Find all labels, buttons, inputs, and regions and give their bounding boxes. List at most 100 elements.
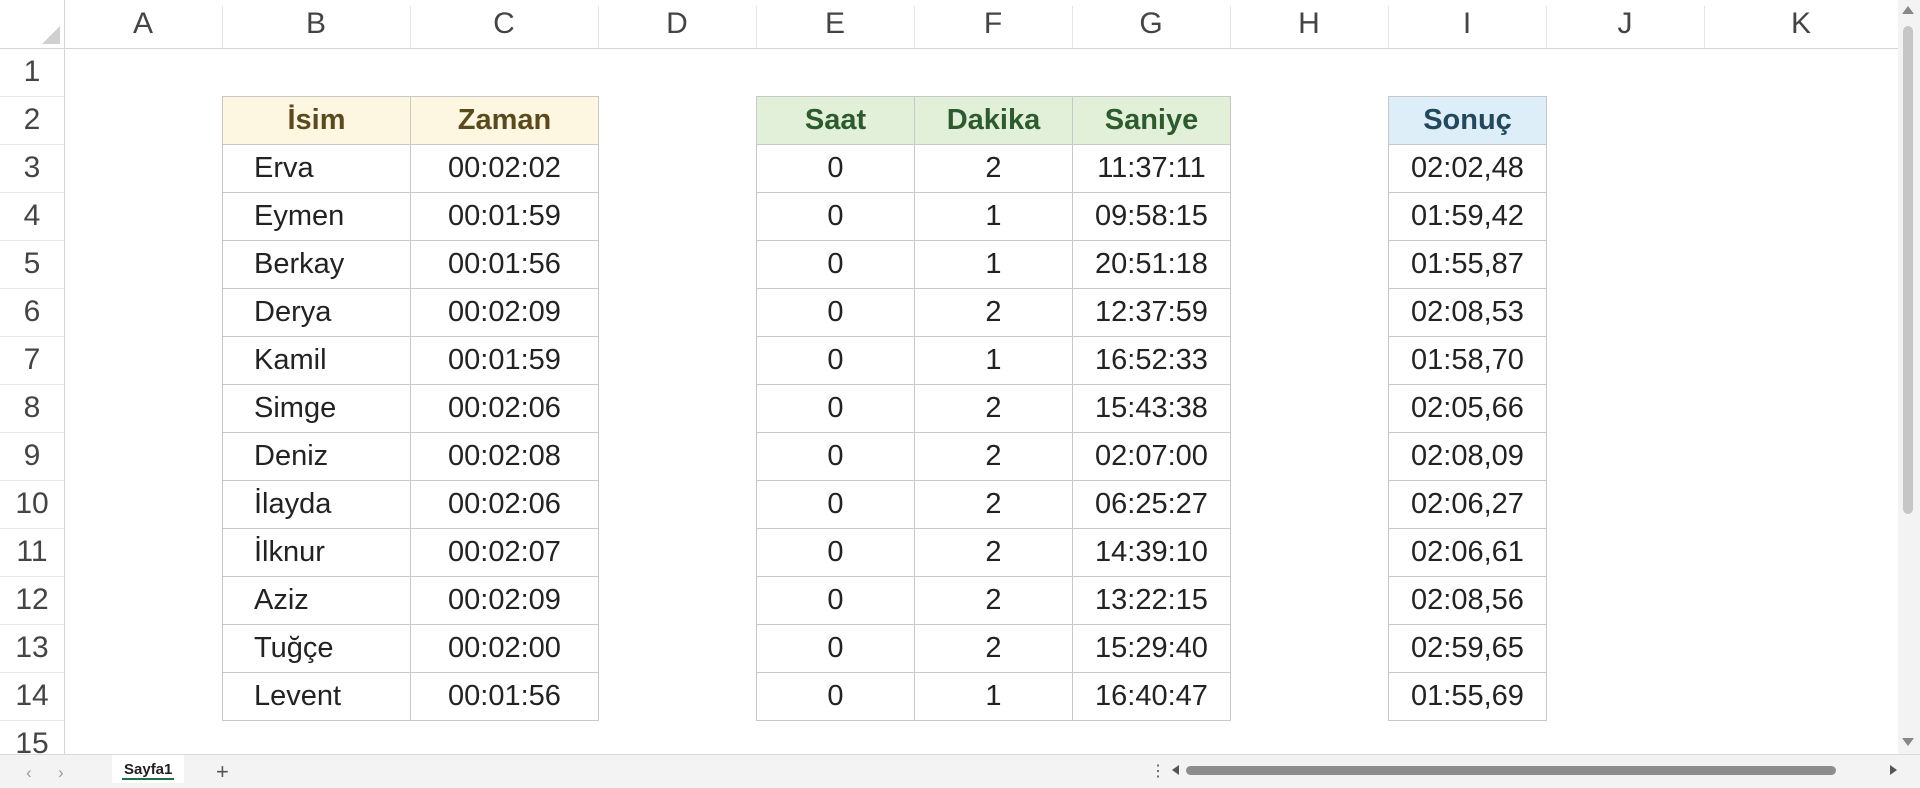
table2-data-cell[interactable]: 1 <box>914 240 1073 289</box>
table1-data-cell[interactable]: Simge <box>222 384 411 433</box>
row-header-6[interactable]: 6 <box>0 288 64 336</box>
row-header-5[interactable]: 5 <box>0 240 64 288</box>
select-all-corner[interactable] <box>0 0 65 49</box>
table2-data-cell[interactable]: 0 <box>756 192 915 241</box>
sheet-tab-sayfa1[interactable]: Sayfa1 <box>112 755 185 783</box>
table2-data-cell[interactable]: 2 <box>914 624 1073 673</box>
table2-data-cell[interactable]: 2 <box>914 576 1073 625</box>
table2-data-cell[interactable]: 16:52:33 <box>1072 336 1231 385</box>
table1-data-cell[interactable]: 00:01:59 <box>410 336 599 385</box>
table3-data-cell[interactable]: 01:55,69 <box>1388 672 1547 721</box>
vertical-scroll-thumb[interactable] <box>1903 26 1913 514</box>
table1-data-cell[interactable]: Deniz <box>222 432 411 481</box>
column-header-g[interactable]: G <box>1072 0 1230 48</box>
table3-data-cell[interactable]: 02:06,27 <box>1388 480 1547 529</box>
table1-data-cell[interactable]: 00:01:56 <box>410 240 599 289</box>
table2-data-cell[interactable]: 14:39:10 <box>1072 528 1231 577</box>
table3-data-cell[interactable]: 02:05,66 <box>1388 384 1547 433</box>
vertical-scrollbar[interactable] <box>1898 0 1920 754</box>
table1-data-cell[interactable]: İlayda <box>222 480 411 529</box>
table1-data-cell[interactable]: 00:02:02 <box>410 144 599 193</box>
table3-data-cell[interactable]: 02:08,56 <box>1388 576 1547 625</box>
table1-data-cell[interactable]: 00:02:09 <box>410 576 599 625</box>
column-header-f[interactable]: F <box>914 0 1072 48</box>
row-header-12[interactable]: 12 <box>0 576 64 624</box>
table2-header-cell[interactable]: Saniye <box>1072 96 1231 145</box>
row-header-2[interactable]: 2 <box>0 96 64 144</box>
table1-data-cell[interactable]: Tuğçe <box>222 624 411 673</box>
table3-data-cell[interactable]: 02:59,65 <box>1388 624 1547 673</box>
table3-data-cell[interactable]: 01:55,87 <box>1388 240 1547 289</box>
table1-data-cell[interactable]: 00:02:06 <box>410 384 599 433</box>
column-header-a[interactable]: A <box>64 0 222 48</box>
table2-data-cell[interactable]: 2 <box>914 528 1073 577</box>
row-header-14[interactable]: 14 <box>0 672 64 720</box>
table1-data-cell[interactable]: 00:02:07 <box>410 528 599 577</box>
table2-data-cell[interactable]: 2 <box>914 384 1073 433</box>
table2-data-cell[interactable]: 0 <box>756 672 915 721</box>
table1-data-cell[interactable]: 00:01:59 <box>410 192 599 241</box>
table1-data-cell[interactable]: İlknur <box>222 528 411 577</box>
horizontal-scrollbar[interactable] <box>1172 763 1902 777</box>
table2-data-cell[interactable]: 0 <box>756 288 915 337</box>
column-header-i[interactable]: I <box>1388 0 1546 48</box>
table2-data-cell[interactable]: 2 <box>914 432 1073 481</box>
table2-data-cell[interactable]: 02:07:00 <box>1072 432 1231 481</box>
row-header-11[interactable]: 11 <box>0 528 64 576</box>
table2-data-cell[interactable]: 1 <box>914 336 1073 385</box>
row-header-3[interactable]: 3 <box>0 144 64 192</box>
table1-data-cell[interactable]: 00:02:08 <box>410 432 599 481</box>
table1-data-cell[interactable]: Eymen <box>222 192 411 241</box>
table1-data-cell[interactable]: Levent <box>222 672 411 721</box>
column-header-e[interactable]: E <box>756 0 914 48</box>
table2-data-cell[interactable]: 1 <box>914 192 1073 241</box>
column-header-k[interactable]: K <box>1704 0 1898 48</box>
prev-sheet-icon[interactable]: ‹ <box>26 763 32 783</box>
scroll-down-icon[interactable] <box>1902 738 1914 746</box>
next-sheet-icon[interactable]: › <box>58 763 64 783</box>
table2-data-cell[interactable]: 0 <box>756 384 915 433</box>
table3-data-cell[interactable]: 01:58,70 <box>1388 336 1547 385</box>
column-header-b[interactable]: B <box>222 0 410 48</box>
table3-data-cell[interactable]: 02:08,09 <box>1388 432 1547 481</box>
table1-header-cell[interactable]: Zaman <box>410 96 599 145</box>
horizontal-scroll-thumb[interactable] <box>1186 766 1836 775</box>
scroll-left-icon[interactable] <box>1172 765 1179 775</box>
table2-data-cell[interactable]: 09:58:15 <box>1072 192 1231 241</box>
table3-data-cell[interactable]: 02:02,48 <box>1388 144 1547 193</box>
table2-data-cell[interactable]: 15:43:38 <box>1072 384 1231 433</box>
row-header-10[interactable]: 10 <box>0 480 64 528</box>
table2-data-cell[interactable]: 12:37:59 <box>1072 288 1231 337</box>
table1-data-cell[interactable]: 00:01:56 <box>410 672 599 721</box>
scroll-up-icon[interactable] <box>1902 6 1914 14</box>
table2-header-cell[interactable]: Dakika <box>914 96 1073 145</box>
more-options-icon[interactable]: ⋮ <box>1150 761 1166 781</box>
table1-data-cell[interactable]: 00:02:00 <box>410 624 599 673</box>
table2-data-cell[interactable]: 0 <box>756 624 915 673</box>
table3-data-cell[interactable]: 01:59,42 <box>1388 192 1547 241</box>
table2-data-cell[interactable]: 0 <box>756 528 915 577</box>
table2-data-cell[interactable]: 0 <box>756 144 915 193</box>
table1-header-cell[interactable]: İsim <box>222 96 411 145</box>
table2-data-cell[interactable]: 0 <box>756 240 915 289</box>
table1-data-cell[interactable]: Erva <box>222 144 411 193</box>
table1-data-cell[interactable]: Aziz <box>222 576 411 625</box>
row-header-9[interactable]: 9 <box>0 432 64 480</box>
table3-data-cell[interactable]: 02:08,53 <box>1388 288 1547 337</box>
row-header-1[interactable]: 1 <box>0 48 64 96</box>
row-header-13[interactable]: 13 <box>0 624 64 672</box>
table2-data-cell[interactable]: 0 <box>756 432 915 481</box>
table2-data-cell[interactable]: 2 <box>914 288 1073 337</box>
row-header-7[interactable]: 7 <box>0 336 64 384</box>
row-header-8[interactable]: 8 <box>0 384 64 432</box>
table2-data-cell[interactable]: 0 <box>756 576 915 625</box>
table2-data-cell[interactable]: 13:22:15 <box>1072 576 1231 625</box>
scroll-right-icon[interactable] <box>1890 765 1897 775</box>
table1-data-cell[interactable]: Derya <box>222 288 411 337</box>
column-header-h[interactable]: H <box>1230 0 1388 48</box>
row-header-4[interactable]: 4 <box>0 192 64 240</box>
add-sheet-button[interactable]: + <box>216 759 229 785</box>
table2-data-cell[interactable]: 2 <box>914 480 1073 529</box>
table2-data-cell[interactable]: 20:51:18 <box>1072 240 1231 289</box>
table1-data-cell[interactable]: 00:02:06 <box>410 480 599 529</box>
